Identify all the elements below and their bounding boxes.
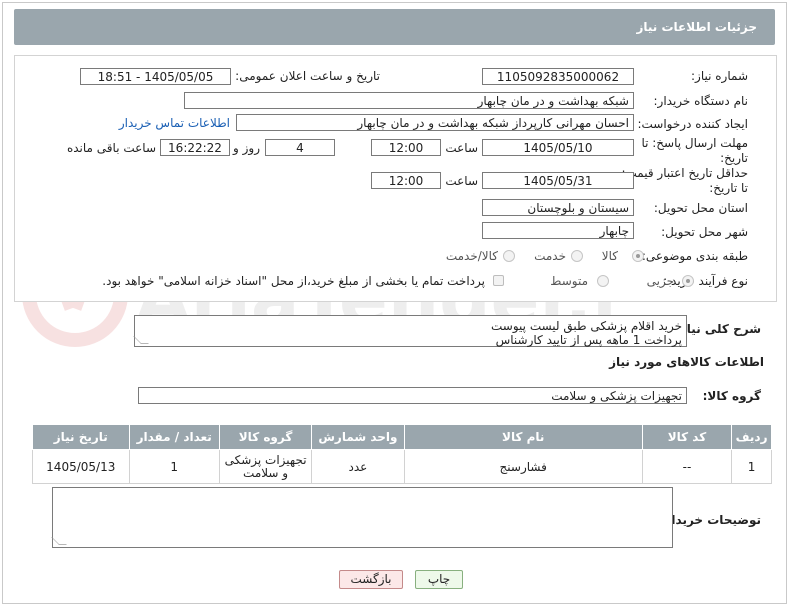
back-button[interactable]: بازگشت — [339, 570, 403, 589]
need-number-field: 1105092835000062 — [482, 68, 634, 85]
price-validity-time-label: ساعت — [445, 174, 478, 188]
delivery-city-label: شهر محل تحویل: — [661, 225, 748, 239]
reply-deadline-date: 1405/05/10 — [482, 139, 634, 156]
col-header-name: نام کالا — [403, 424, 643, 450]
buyer-org-field: شبکه بهداشت و در مان چابهار — [184, 92, 634, 109]
purchase-type-radio-minor[interactable] — [682, 275, 694, 287]
reply-deadline-label: مهلت ارسال پاسخ: تا تاریخ: — [641, 136, 748, 165]
remaining-time-field: 16:22:22 — [160, 139, 230, 156]
category-label: طبقه بندی موضوعی: — [641, 249, 748, 263]
page-title: جزئیات اطلاعات نیاز — [636, 20, 757, 34]
treasury-checkbox[interactable] — [493, 275, 504, 286]
buyer-org-label: نام دستگاه خریدار: — [653, 94, 749, 108]
description-line-2: پرداخت 1 ماهه پس از تایید کارشناس — [495, 333, 682, 347]
print-button[interactable]: چاپ — [415, 570, 463, 589]
header-bar: جزئیات اطلاعات نیاز — [14, 9, 775, 45]
cell-qty: 1 — [128, 449, 220, 484]
purchase-type-option-minor: جزیی — [646, 274, 674, 288]
price-validity-label: حداقل تاریخ اعتبار قیمت: تا تاریخ: — [621, 166, 748, 195]
col-header-date: تاریخ نیاز — [32, 424, 130, 450]
need-number-label: شماره نیاز: — [691, 69, 748, 83]
category-option-service: خدمت — [534, 249, 566, 263]
cell-unit: عدد — [311, 449, 405, 484]
col-header-qty: تعداد / مقدار — [128, 424, 220, 450]
requester-field: احسان مهرانی کارپرداز شبکه بهداشت و در م… — [236, 114, 634, 131]
purchase-type-radio-medium[interactable] — [597, 275, 609, 287]
description-textarea: خرید اقلام پزشکی طبق لیست پیوست پرداخت 1… — [133, 315, 687, 347]
treasury-note: پرداخت تمام یا بخشی از مبلغ خرید،از محل … — [102, 274, 485, 288]
cell-date: 1405/05/13 — [32, 449, 130, 484]
delivery-city-field: چابهار — [482, 222, 634, 239]
remaining-time-label: ساعت باقی مانده — [66, 141, 156, 155]
col-header-row: ردیف — [731, 424, 772, 450]
resize-handle[interactable] — [51, 537, 67, 545]
table-header-row: ردیف کد کالا نام کالا واحد شمارش گروه کا… — [32, 424, 772, 450]
category-option-goods: کالا — [601, 249, 618, 263]
category-radio-goods[interactable] — [632, 250, 644, 262]
delivery-province-field: سیستان و بلوچستان — [482, 199, 634, 216]
price-validity-date: 1405/05/31 — [482, 172, 634, 189]
reply-deadline-time: 12:00 — [371, 139, 441, 156]
description-label: شرح کلی نیاز: — [675, 322, 761, 336]
buyer-notes-textarea[interactable] — [51, 487, 673, 548]
category-radio-service[interactable] — [571, 250, 583, 262]
reply-days-label: روز و — [233, 141, 260, 155]
col-header-code: کد کالا — [641, 424, 733, 450]
category-option-goods-service: کالا/خدمت — [445, 249, 498, 263]
description-line-1: خرید اقلام پزشکی طبق لیست پیوست — [491, 319, 682, 333]
resize-handle[interactable] — [133, 336, 149, 344]
price-validity-time: 12:00 — [371, 172, 441, 189]
requester-label: ایجاد کننده درخواست: — [637, 117, 748, 131]
purchase-type-label: نوع فرآیند خرید : — [663, 274, 748, 288]
goods-group-label: گروه کالا: — [702, 389, 761, 403]
announce-datetime-field: 1405/05/05 - 18:51 — [80, 68, 231, 85]
col-header-unit: واحد شمارش — [311, 424, 405, 450]
goods-group-field: تجهیزات پزشکی و سلامت — [138, 387, 687, 404]
goods-info-title: اطلاعات کالاهای مورد نیاز — [609, 355, 764, 369]
items-table: ردیف کد کالا نام کالا واحد شمارش گروه کا… — [32, 424, 772, 484]
col-header-group: گروه کالا — [218, 424, 313, 450]
cell-name: فشارسنج — [403, 449, 643, 484]
reply-deadline-time-label: ساعت — [445, 141, 478, 155]
buyer-notes-label: توضیحات خریدار: — [659, 513, 761, 527]
cell-row: 1 — [731, 449, 772, 484]
buyer-contact-link[interactable]: اطلاعات تماس خریدار — [119, 116, 230, 130]
category-radio-goods-service[interactable] — [503, 250, 515, 262]
delivery-province-label: استان محل تحویل: — [653, 201, 748, 215]
reply-days-field: 4 — [265, 139, 335, 156]
cell-code: -- — [641, 449, 733, 484]
purchase-type-option-medium: متوسط — [550, 274, 588, 288]
announce-datetime-label: تاریخ و ساعت اعلان عمومی: — [235, 69, 380, 83]
cell-group: تجهیزات پزشکی و سلامت — [218, 449, 313, 484]
table-row: 1 -- فشارسنج عدد تجهیزات پزشکی و سلامت 1… — [32, 449, 772, 484]
